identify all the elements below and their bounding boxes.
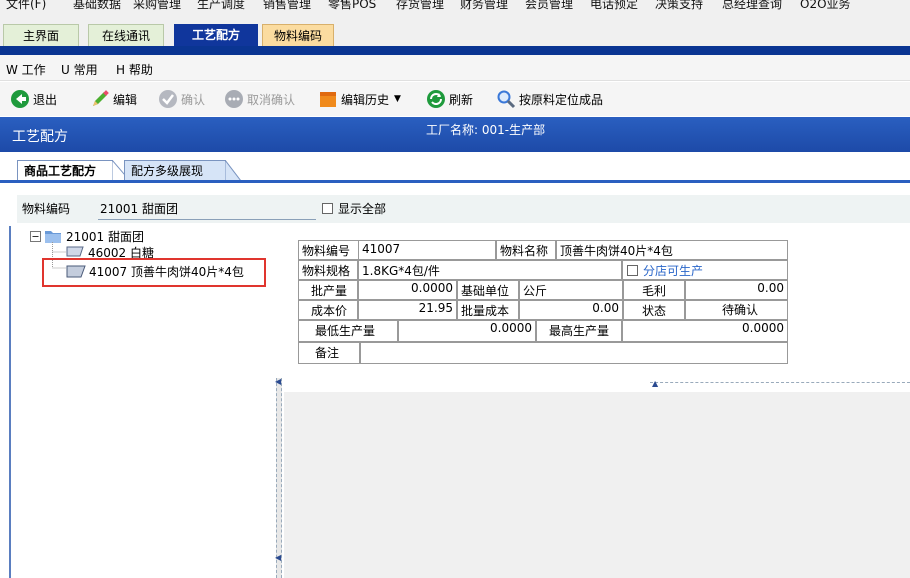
- confirm-button[interactable]: 确认: [158, 88, 205, 110]
- base-unit-value[interactable]: 公斤: [519, 280, 623, 300]
- horizontal-splitter[interactable]: [650, 382, 910, 386]
- tab-multilevel-recipe[interactable]: 配方多级展现: [124, 160, 226, 181]
- exit-button[interactable]: 退出: [10, 88, 57, 110]
- min-output-value[interactable]: 0.0000: [398, 320, 536, 342]
- tab-slant-shape-2: [225, 160, 241, 181]
- spec-value[interactable]: 1.8KG*4包/件: [358, 260, 622, 280]
- tab-material-code[interactable]: 物料编码: [262, 24, 334, 46]
- branch-producible-label: 分店可生产: [643, 263, 704, 278]
- title-bar: 工艺配方 工厂名称: 001-生产部: [0, 117, 910, 152]
- menu-finance[interactable]: 财务管理: [460, 0, 508, 12]
- edit-label: 编辑: [113, 92, 138, 107]
- batch-cost-label: 批量成本: [457, 300, 519, 320]
- menu-basic-data[interactable]: 基础数据: [73, 0, 121, 12]
- menu-help[interactable]: H 帮助: [116, 61, 153, 78]
- secondary-menubar: W 工作 U 常用 H 帮助: [0, 55, 910, 81]
- menu-decision[interactable]: 决策支持: [655, 0, 703, 12]
- top-menubar: 文件(F) 基础数据 采购管理 生产调度 销售管理 零售POS 存货管理 财务管…: [0, 0, 910, 20]
- menu-phone-order[interactable]: 电话预定: [590, 0, 638, 12]
- remark-label: 备注: [298, 342, 360, 364]
- refresh-button[interactable]: 刷新: [426, 88, 473, 110]
- document-icon: [66, 246, 84, 257]
- tree-item-beef-patty[interactable]: 41007 顶善牛肉饼40片*4包: [89, 263, 244, 280]
- material-name-value[interactable]: 顶善牛肉饼40片*4包: [556, 240, 788, 260]
- confirm-label: 确认: [181, 92, 206, 107]
- menu-o2o[interactable]: O2O业务: [800, 0, 851, 12]
- max-output-value[interactable]: 0.0000: [622, 320, 788, 342]
- max-output-label: 最高生产量: [536, 320, 622, 342]
- status-label: 状态: [623, 300, 685, 320]
- factory-name: 工厂名称: 001-生产部: [426, 123, 546, 137]
- edit-button[interactable]: 编辑: [90, 88, 137, 110]
- toolbar: 退出 编辑 确认 取消确认 编辑历史 ▼ 刷新 按原料定位成品: [0, 82, 910, 116]
- menu-inventory[interactable]: 存货管理: [396, 0, 444, 12]
- gross-margin-value[interactable]: 0.00: [685, 280, 788, 300]
- cost-price-label: 成本价: [298, 300, 358, 320]
- locate-by-material-button[interactable]: 按原料定位成品: [496, 88, 603, 110]
- unconfirm-icon: [225, 90, 243, 108]
- exit-icon: [11, 90, 29, 108]
- tab-process-recipe[interactable]: 工艺配方: [174, 24, 258, 46]
- search-icon: [497, 90, 516, 109]
- status-value: 待确认: [685, 300, 788, 320]
- menu-gm-query[interactable]: 总经理查询: [722, 0, 782, 12]
- edit-history-button[interactable]: 编辑历史 ▼: [318, 88, 401, 110]
- material-code-label: 物料编号: [298, 240, 358, 260]
- locate-label: 按原料定位成品: [519, 92, 604, 107]
- menu-production[interactable]: 生产调度: [197, 0, 245, 12]
- batch-output-label: 批产量: [298, 280, 358, 300]
- splitter-up-icon[interactable]: ▲: [652, 379, 658, 388]
- splitter-arrow-icon[interactable]: ◀: [275, 377, 281, 386]
- checkbox-box[interactable]: [627, 264, 638, 276]
- tab-underline: [0, 46, 910, 55]
- refresh-icon: [427, 90, 445, 108]
- remark-field[interactable]: [360, 342, 788, 364]
- tree-root-label[interactable]: 21001 甜面团: [66, 228, 144, 245]
- edit-history-label: 编辑历史: [341, 92, 390, 107]
- cost-price-value[interactable]: 21.95: [358, 300, 457, 320]
- menu-sales[interactable]: 销售管理: [263, 0, 311, 12]
- unconfirm-label: 取消确认: [247, 92, 296, 107]
- branch-producible-checkbox[interactable]: 分店可生产: [622, 260, 788, 280]
- tab-main[interactable]: 主界面: [3, 24, 79, 46]
- unconfirm-button[interactable]: 取消确认: [224, 88, 295, 110]
- menu-purchase[interactable]: 采购管理: [133, 0, 181, 12]
- tab-product-recipe[interactable]: 商品工艺配方: [17, 160, 113, 181]
- sub-tab-underline: [0, 180, 910, 183]
- vertical-splitter[interactable]: [276, 378, 282, 578]
- menu-file[interactable]: 文件(F): [6, 0, 46, 12]
- spec-label: 物料规格: [298, 260, 358, 280]
- document-icon: [66, 265, 86, 278]
- detail-grid-panel: [284, 392, 910, 578]
- menu-member[interactable]: 会员管理: [525, 0, 573, 12]
- tab-online-chat[interactable]: 在线通讯: [88, 24, 164, 46]
- panel-left-border: [9, 226, 11, 578]
- history-icon: [320, 92, 336, 107]
- show-all-label: 显示全部: [338, 202, 387, 216]
- material-code-field[interactable]: 21001 甜面团: [98, 196, 316, 220]
- show-all-checkbox[interactable]: 显示全部: [322, 200, 386, 217]
- batch-cost-value[interactable]: 0.00: [519, 300, 623, 320]
- base-unit-label: 基础单位: [457, 280, 519, 300]
- refresh-label: 刷新: [449, 92, 474, 107]
- min-output-label: 最低生产量: [298, 320, 398, 342]
- material-code-value[interactable]: 41007: [358, 240, 496, 260]
- splitter-arrow-icon[interactable]: ◀: [275, 553, 281, 562]
- menu-work[interactable]: W 工作: [6, 61, 46, 78]
- pencil-icon: [93, 90, 109, 106]
- gross-margin-label: 毛利: [623, 280, 685, 300]
- chevron-down-icon[interactable]: ▼: [394, 94, 401, 104]
- page-title: 工艺配方: [12, 129, 68, 145]
- menu-retail-pos[interactable]: 零售POS: [328, 0, 376, 12]
- material-name-label: 物料名称: [496, 240, 556, 260]
- confirm-icon: [159, 90, 177, 108]
- batch-output-value[interactable]: 0.0000: [358, 280, 457, 300]
- menu-common[interactable]: U 常用: [61, 61, 98, 78]
- checkbox-box[interactable]: [322, 203, 333, 214]
- exit-label: 退出: [33, 92, 58, 107]
- material-code-label: 物料编码: [22, 202, 71, 216]
- tree-collapse-icon[interactable]: [30, 231, 41, 242]
